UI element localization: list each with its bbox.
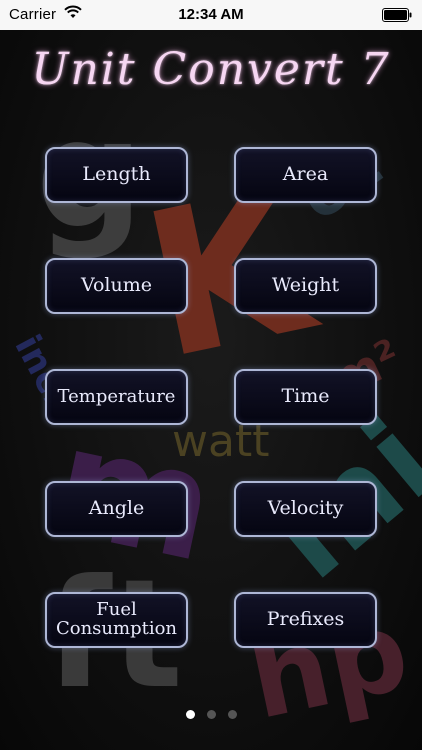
temperature-button[interactable]: Temperature bbox=[45, 369, 188, 425]
prefixes-button[interactable]: Prefixes bbox=[234, 592, 377, 648]
area-button[interactable]: Area bbox=[234, 147, 377, 203]
angle-button[interactable]: Angle bbox=[45, 481, 188, 537]
fuel-consumption-button[interactable]: Fuel Consumption bbox=[45, 592, 188, 648]
page-dot-3[interactable] bbox=[227, 710, 237, 719]
app-screen: g oz K inch m² watt mi m ft hp Carrier 1… bbox=[0, 0, 422, 750]
status-time: 12:34 AM bbox=[178, 6, 244, 23]
page-dot-2[interactable] bbox=[206, 710, 216, 719]
temperature-button-label: Temperature bbox=[57, 385, 176, 407]
time-button-label: Time bbox=[281, 385, 330, 408]
angle-button-label: Angle bbox=[88, 497, 145, 520]
prefixes-button-label: Prefixes bbox=[266, 608, 345, 631]
fuel-consumption-button-label: Fuel Consumption bbox=[55, 599, 178, 639]
velocity-button[interactable]: Velocity bbox=[234, 481, 377, 537]
area-button-label: Area bbox=[282, 163, 329, 186]
weight-button-label: Weight bbox=[271, 274, 340, 297]
weight-button[interactable]: Weight bbox=[234, 258, 377, 314]
length-button-label: Length bbox=[82, 163, 151, 186]
volume-button[interactable]: Volume bbox=[45, 258, 188, 314]
status-bar: Carrier 12:34 AM bbox=[0, 0, 422, 30]
time-button[interactable]: Time bbox=[234, 369, 377, 425]
volume-button-label: Volume bbox=[81, 274, 152, 297]
page-dot-1[interactable] bbox=[185, 710, 195, 719]
page-indicator[interactable] bbox=[0, 710, 422, 719]
length-button[interactable]: Length bbox=[45, 147, 188, 203]
background-letter-watt: watt bbox=[172, 416, 270, 467]
velocity-button-label: Velocity bbox=[267, 497, 344, 520]
app-title: Unit Convert 7 bbox=[31, 44, 391, 95]
battery-icon bbox=[382, 8, 412, 22]
